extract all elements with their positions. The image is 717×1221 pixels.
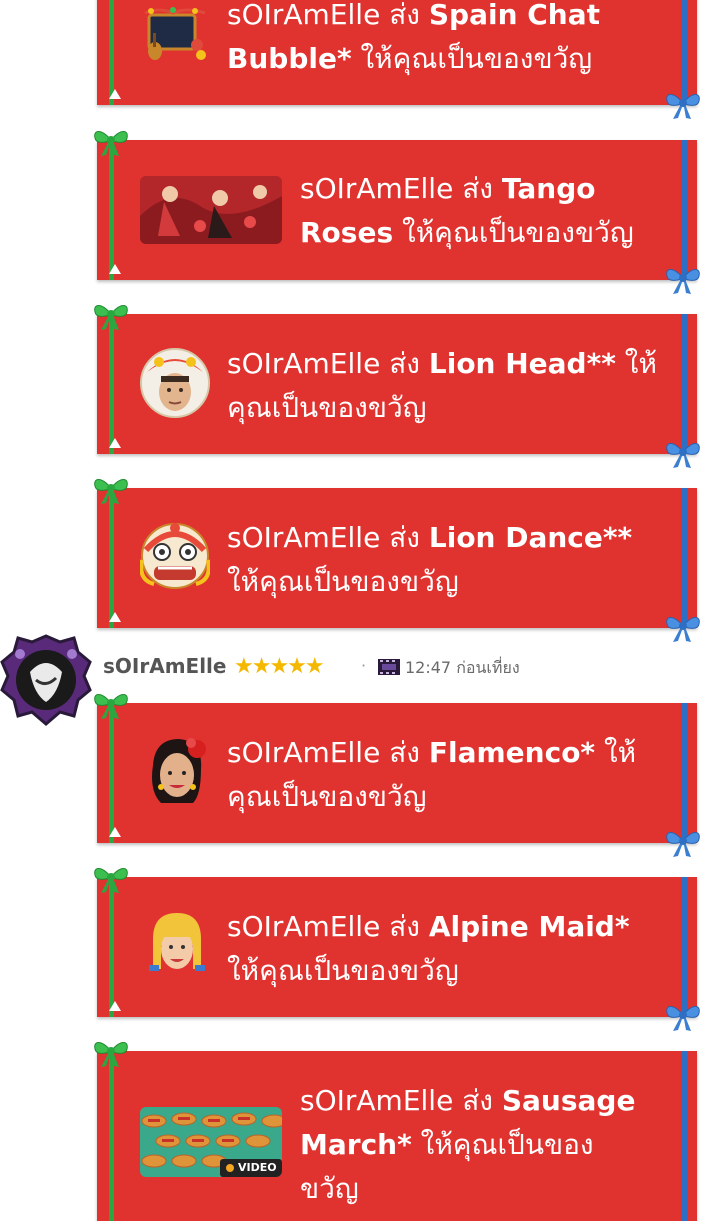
gift-message-card[interactable]: sOIrAmElle ส่ง Lion Dance** ให้คุณเป็นขอ…: [97, 488, 697, 628]
ribbon-notch: [109, 827, 121, 837]
green-ribbon: [109, 877, 114, 1017]
green-ribbon: [109, 314, 114, 454]
alpine-maid-icon: [147, 909, 207, 981]
user-avatar[interactable]: [0, 632, 92, 728]
timestamp: 12:47 ก่อนเที่ยง: [405, 658, 520, 677]
gift-message-card[interactable]: sOIrAmElle ส่ง Spain Chat Bubble* ให้คุณ…: [97, 0, 697, 105]
ribbon-notch: [109, 612, 121, 622]
tango-roses-thumbnail: [140, 176, 282, 244]
gift-message-card[interactable]: sOIrAmElle ส่ง Alpine Maid* ให้คุณเป็นขอ…: [97, 877, 697, 1017]
blue-bow-icon: [663, 825, 703, 859]
gift-message-text: sOIrAmElle ส่ง Lion Head** ให้ คุณเป็นขอ…: [227, 347, 657, 424]
green-bow-icon: [91, 689, 131, 721]
green-ribbon: [109, 488, 114, 628]
lion-head-icon: [139, 346, 211, 420]
gift-message-text: sOIrAmElle ส่ง Spain Chat Bubble* ให้คุณ…: [227, 0, 601, 75]
video-badge: VIDEO: [238, 1161, 277, 1174]
gift-message-text: sOIrAmElle ส่ง Alpine Maid* ให้คุณเป็นขอ…: [227, 910, 630, 987]
blue-bow-icon: [663, 999, 703, 1033]
green-bow-icon: [91, 1037, 131, 1069]
green-ribbon: [109, 703, 114, 843]
blue-bow-icon: [663, 610, 703, 644]
flamenco-icon: [141, 735, 211, 807]
green-bow-icon: [91, 863, 131, 895]
star-rating: ★★★★★: [234, 654, 325, 679]
ribbon-notch: [109, 1001, 121, 1011]
blue-bow-icon: [663, 436, 703, 470]
blue-bow-icon: [663, 87, 703, 121]
ribbon-notch: [109, 264, 121, 274]
separator-dot: ·: [361, 656, 367, 675]
gift-message-card[interactable]: sOIrAmElle ส่ง Flamenco* ให้ คุณเป็นของข…: [97, 703, 697, 843]
gift-message-text: sOIrAmElle ส่ง Lion Dance** ให้คุณเป็นขอ…: [227, 521, 633, 598]
gift-message-card[interactable]: sOIrAmElle ส่ง Lion Head** ให้ คุณเป็นขอ…: [97, 314, 697, 454]
spain-chat-bubble-icon: [139, 5, 211, 67]
film-strip-icon: [378, 659, 400, 675]
green-bow-icon: [91, 300, 131, 332]
sender-name[interactable]: sOIrAmElle: [103, 654, 226, 678]
blue-ribbon: [681, 140, 687, 280]
gift-message-card[interactable]: sOIrAmElle ส่ง Tango Roses ให้คุณเป็นของ…: [97, 140, 697, 280]
lion-dance-icon: [140, 520, 210, 592]
gift-message-card[interactable]: VIDEO sOIrAmElle ส่ง Sausage March* ให้ค…: [97, 1051, 697, 1221]
green-ribbon: [109, 140, 114, 280]
gift-message-text: sOIrAmElle ส่ง Flamenco* ให้ คุณเป็นของข…: [227, 736, 637, 813]
green-ribbon: [109, 1051, 114, 1221]
green-bow-icon: [91, 474, 131, 506]
gift-message-text: sOIrAmElle ส่ง Sausage March* ให้คุณเป็น…: [300, 1084, 636, 1205]
green-bow-icon: [91, 126, 131, 158]
sausage-march-video-thumbnail[interactable]: VIDEO: [140, 1107, 282, 1177]
blue-bow-icon: [663, 262, 703, 296]
ribbon-notch: [109, 438, 121, 448]
blue-ribbon: [681, 1051, 687, 1221]
ribbon-notch: [109, 89, 121, 99]
gift-message-text: sOIrAmElle ส่ง Tango Roses ให้คุณเป็นของ…: [300, 172, 634, 249]
